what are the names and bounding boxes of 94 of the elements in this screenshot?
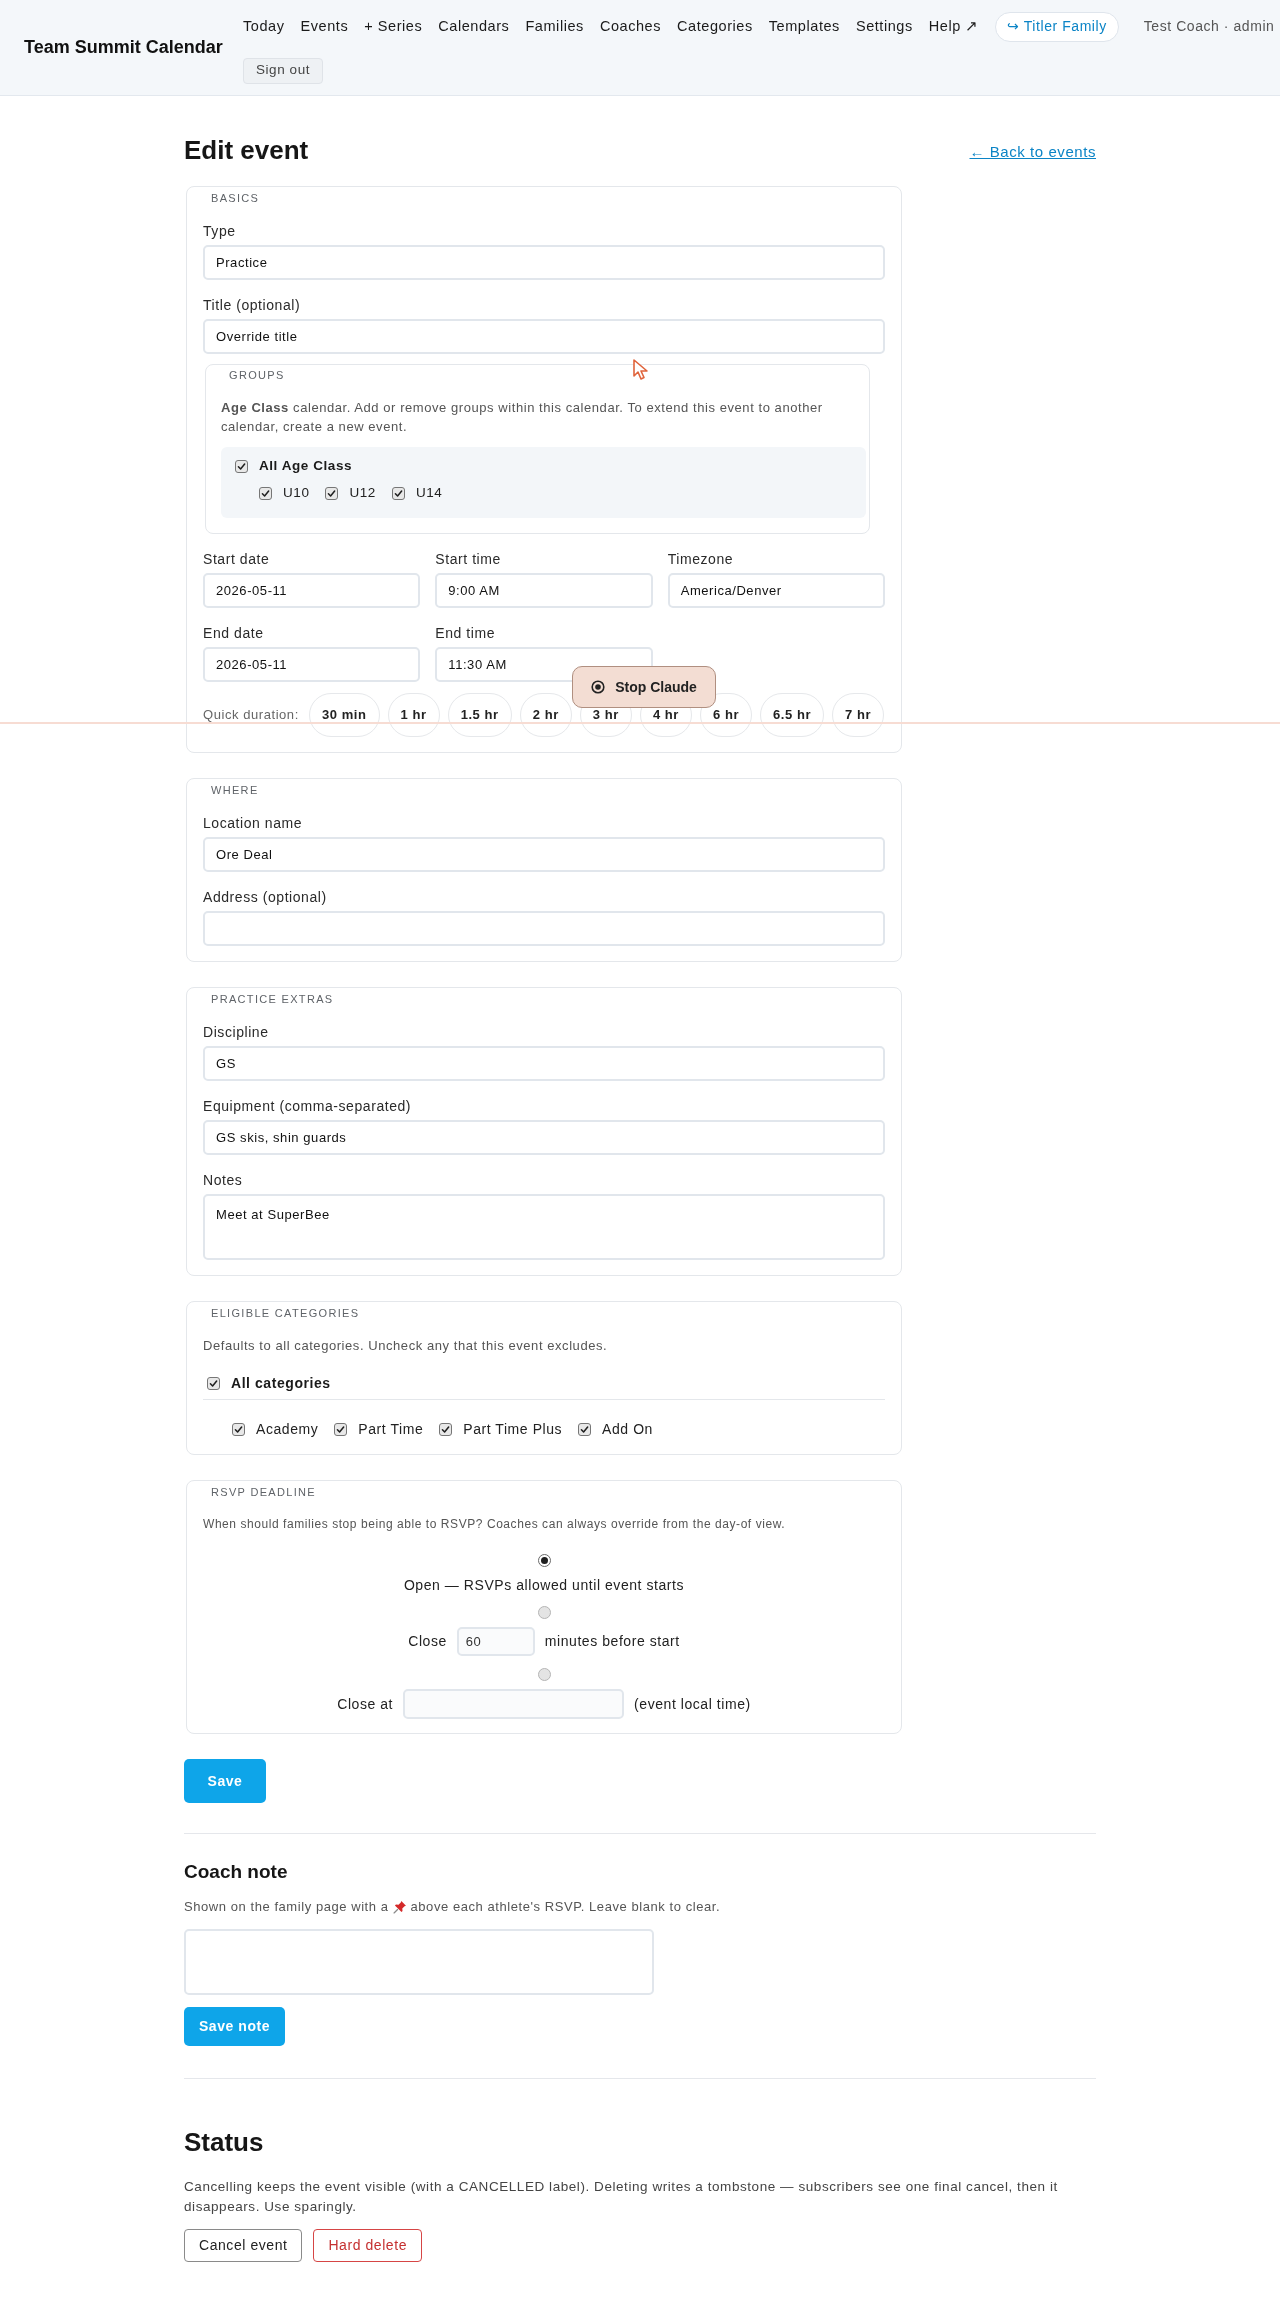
datetime-input[interactable]: [403, 1689, 625, 1719]
nav-link[interactable]: Templates: [768, 15, 840, 38]
field-label: Start time: [435, 550, 501, 569]
app-title: Team Summit Calendar: [24, 36, 224, 59]
radio-button[interactable]: [537, 1554, 551, 1567]
input-field[interactable]: 9:00 AM: [435, 573, 653, 608]
input-field[interactable]: America/Denver: [667, 573, 885, 608]
checkbox[interactable]: [232, 1422, 245, 1436]
text-area[interactable]: Meet at SuperBee: [203, 1194, 885, 1260]
field-label: Start date: [203, 550, 270, 569]
section-description: When should families stop being able to RSVP? Coaches can always override from the day-of view.: [203, 1516, 787, 1533]
status-description: Cancelling keeps the event visible (with a CANCELLED label). Deleting writes a tombstone — subscribers see one final cancel, then it disappears. Use sparingly.: [184, 2178, 1059, 2216]
cancel-button[interactable]: Cancel event: [184, 2229, 303, 2262]
duration-button[interactable]: 1 hr: [387, 693, 440, 737]
checkbox[interactable]: [391, 486, 405, 500]
input-field[interactable]: [203, 911, 885, 946]
option-label: Open — RSVPs allowed until event starts: [403, 1576, 685, 1595]
duration-button[interactable]: 1.5 hr: [447, 693, 512, 737]
input-field[interactable]: GS: [203, 1046, 885, 1081]
field-label: End time: [435, 624, 496, 643]
description-text: Shown on the family page with a: [184, 1898, 389, 1917]
field-label: End date: [203, 624, 264, 643]
checkbox[interactable]: [334, 1422, 348, 1436]
section-legend: WHERE: [211, 783, 259, 797]
duration-button[interactable]: 2 hr: [519, 693, 572, 737]
quick-duration-label: Quick duration:: [203, 706, 300, 725]
minutes-input[interactable]: 60: [456, 1627, 535, 1656]
sign-out-button[interactable]: Sign out: [243, 57, 324, 84]
stop-toast[interactable]: Stop Claude: [572, 666, 716, 708]
section-legend: RSVP DEADLINE: [211, 1485, 316, 1499]
family-switch-button[interactable]: ↪ Titler Family: [995, 11, 1119, 42]
description-text: above each athlete's RSVP. Leave blank to clear.: [410, 1898, 721, 1917]
back-link[interactable]: ← Back to events: [969, 140, 1096, 163]
page-title: Edit event: [184, 134, 309, 167]
nav-link[interactable]: Families: [525, 15, 584, 38]
section-heading: Status: [184, 2126, 265, 2158]
nav-link[interactable]: Categories: [677, 15, 753, 38]
field-label: Discipline: [203, 1023, 269, 1042]
section-legend: PRACTICE EXTRAS: [211, 992, 334, 1006]
section-heading: Coach note: [184, 1860, 289, 1884]
checkbox[interactable]: [439, 1422, 453, 1436]
nav-link[interactable]: Settings: [855, 15, 913, 38]
field-label: Title (optional): [203, 296, 301, 315]
radio-button[interactable]: [537, 1606, 551, 1619]
checkbox[interactable]: [259, 486, 272, 500]
nav-link[interactable]: Today: [243, 15, 285, 38]
duration-button[interactable]: 7 hr: [832, 693, 885, 737]
nav-link[interactable]: Coaches: [599, 15, 662, 38]
duration-button[interactable]: 30 min: [309, 693, 380, 737]
field-label: Notes: [203, 1171, 243, 1190]
input-field[interactable]: Ore Deal: [203, 837, 885, 872]
checkbox-label: Academy: [256, 1419, 319, 1439]
nav-link[interactable]: Calendars: [438, 15, 510, 38]
duration-button[interactable]: 6.5 hr: [760, 693, 825, 737]
groups-description: Age Class calendar. Add or remove groups within this calendar. To extend this event to another calendar, create a new event.: [221, 399, 824, 436]
cursor-icon: [632, 358, 651, 381]
section-legend: ELIGIBLE CATEGORIES: [211, 1306, 360, 1320]
field-label: Timezone: [667, 550, 734, 569]
radio-button[interactable]: [537, 1668, 551, 1681]
option-label: (event local time): [634, 1694, 751, 1714]
checkbox-label: U14: [415, 483, 443, 502]
input-field[interactable]: 2026-05-11: [203, 573, 421, 608]
checkbox[interactable]: [578, 1422, 592, 1436]
checkbox-label: U10: [283, 483, 310, 502]
input-field[interactable]: Override title: [203, 319, 885, 354]
nav-link[interactable]: Events: [300, 15, 349, 38]
section-legend: BASICS: [211, 191, 260, 205]
field-label: Equipment (comma-separated): [203, 1097, 412, 1116]
checkbox-label: Part Time: [358, 1419, 424, 1439]
nav-link[interactable]: + Series: [364, 15, 423, 38]
field-label: Type: [203, 222, 236, 241]
checkbox[interactable]: [207, 1376, 220, 1390]
option-label: minutes before start: [544, 1632, 680, 1651]
input-field[interactable]: 2026-05-11: [203, 647, 421, 682]
checkbox[interactable]: [235, 459, 248, 473]
checkbox-label: U12: [349, 483, 376, 502]
section-description: Defaults to all categories. Uncheck any that this event excludes.: [203, 1337, 609, 1355]
checkbox[interactable]: [325, 486, 339, 500]
input-field[interactable]: GS skis, shin guards: [203, 1120, 885, 1155]
input-field[interactable]: Practice: [203, 245, 885, 280]
option-label: Close: [408, 1632, 447, 1651]
option-label: Close at: [337, 1694, 394, 1714]
stop-circle-icon: [591, 680, 606, 694]
field-label: Address (optional): [203, 888, 327, 907]
checkbox-label: All categories: [231, 1373, 331, 1393]
nav-link[interactable]: Help ↗: [928, 15, 979, 38]
checkbox-label: Part Time Plus: [463, 1419, 563, 1439]
pushpin-icon: [392, 1900, 407, 1914]
section-legend: GROUPS: [229, 368, 285, 382]
delete-button[interactable]: Hard delete: [313, 2229, 422, 2262]
checkbox-label: Add On: [602, 1419, 653, 1439]
user-label: Test Coach · admin: [1143, 17, 1275, 36]
checkbox-label: All Age Class: [259, 456, 353, 475]
field-label: Location name: [203, 814, 303, 833]
